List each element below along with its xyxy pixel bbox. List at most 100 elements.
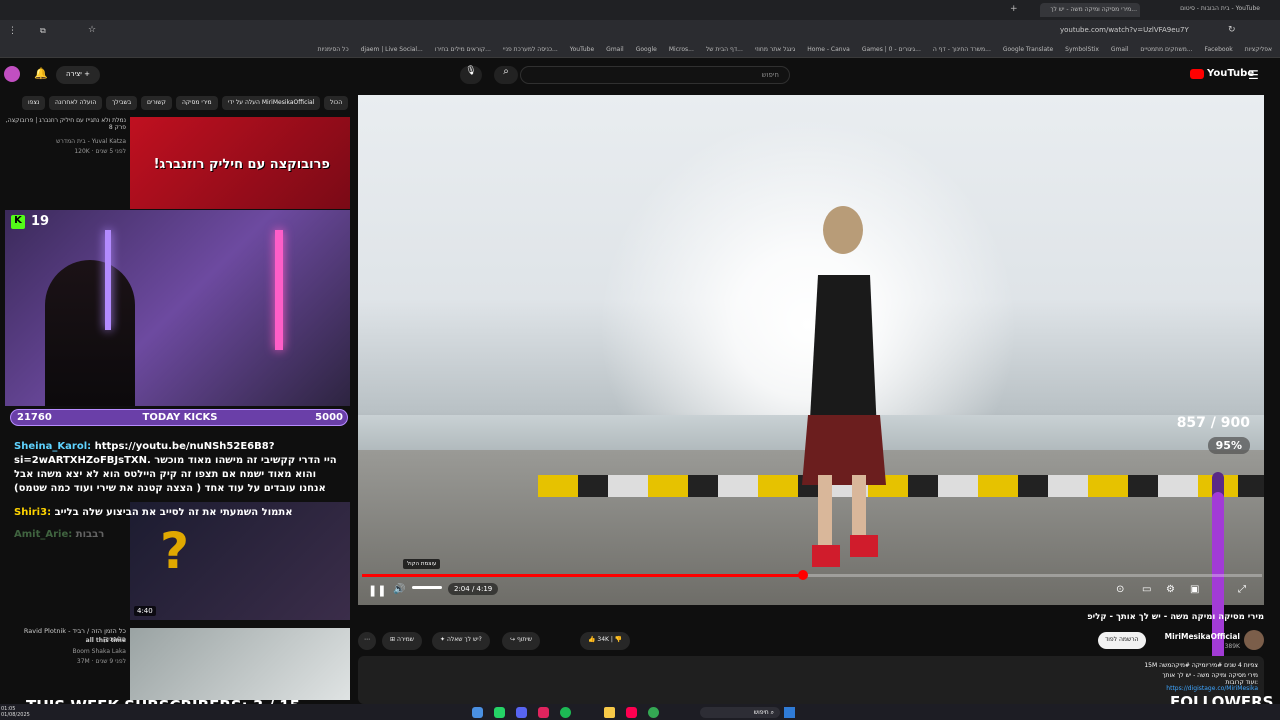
create-button[interactable]: יצירה + <box>56 66 100 84</box>
taskbar-search-label: חיפוש <box>753 709 769 716</box>
follower-goal-bar <box>1212 472 1224 682</box>
taskbar: 01:05 01/08/2025 חיפוש ⌕ <box>0 704 1280 720</box>
bookmark-item[interactable]: Gmail <box>1111 46 1129 53</box>
tab-1[interactable]: בית הבובות - סיטום - YouTube <box>1160 5 1260 16</box>
folder-icon[interactable] <box>604 707 615 718</box>
taskbar-app-icon[interactable] <box>472 707 483 718</box>
bookmark-item[interactable]: Gmail <box>606 46 624 53</box>
chip-2[interactable]: מירי מסיקה <box>176 96 218 110</box>
kick-count: 19 <box>31 214 50 229</box>
bookmark-item[interactable]: Google <box>636 46 657 53</box>
more-icon[interactable]: ⋯ <box>358 632 376 650</box>
bookmark-item[interactable]: Facebook <box>1205 46 1233 53</box>
barrier <box>538 475 1264 497</box>
description-link[interactable]: https://digistage.co/MiriMesika <box>958 685 1258 692</box>
whatsapp-icon[interactable] <box>494 707 505 718</box>
autoplay-toggle[interactable]: ⊙ <box>1116 584 1124 595</box>
spotify-icon[interactable] <box>560 707 571 718</box>
taskbar-app-icon[interactable] <box>538 707 549 718</box>
kicks-right: 5000 <box>315 412 343 423</box>
bookmark-item[interactable]: Micros... <box>669 46 694 53</box>
taskbar-search[interactable]: חיפוש ⌕ <box>700 707 780 718</box>
duration-badge: 4:40 <box>134 606 156 616</box>
share-button[interactable]: ↪ שיתוף <box>502 632 540 650</box>
miniplayer-icon[interactable]: ▣ <box>1190 584 1199 595</box>
extensions-icon[interactable]: ⧉ <box>40 26 46 36</box>
sidebar-thumbnail-3[interactable] <box>130 628 350 700</box>
progress-knob[interactable] <box>798 570 808 580</box>
bookmark-item[interactable]: אפליקציות <box>1245 46 1272 53</box>
bookmark-item[interactable]: משחקים מתמטיים... <box>1140 46 1192 53</box>
subscribe-button[interactable]: הרשמה לפוד <box>1098 632 1146 649</box>
chat-text: רבבות <box>75 529 105 540</box>
skater <box>802 206 886 567</box>
thumbnail-text: פרובוקצה עם חיליק רוזנברג! <box>153 157 330 172</box>
volume-slider[interactable] <box>412 586 442 589</box>
description-box[interactable]: 15M צפיות 4 שנים #מיריומיקה #מיקהמשה מיר… <box>358 656 1264 704</box>
bookmark-item[interactable]: כל הסימניות <box>318 46 349 53</box>
bookmark-item[interactable]: כניסה למערכת פניי... <box>503 46 558 53</box>
subscriber-count: 389K <box>1224 643 1240 650</box>
youtube-play-icon <box>1190 68 1204 79</box>
bookmark-item[interactable]: Google Translate <box>1003 46 1053 53</box>
bookmark-item[interactable]: SymbolStix <box>1065 46 1099 53</box>
tiktok-icon[interactable] <box>626 707 637 718</box>
video-player[interactable]: עוצמת הקול 857 / 900 95% <box>358 95 1264 605</box>
channel-name[interactable]: MiriMesikaOfficial <box>1140 632 1240 641</box>
fullscreen-icon[interactable]: ⤢ <box>1238 584 1246 595</box>
bookmark-item[interactable]: djaem | Live Social... <box>361 46 423 53</box>
ask-button[interactable]: ✦ יש לך שאלה? <box>432 632 490 650</box>
channel-avatar[interactable] <box>1244 630 1264 650</box>
chat-message: Amit_Arie: רבבות <box>14 528 344 542</box>
share-label: שיתוף <box>516 636 532 643</box>
bookmark-item[interactable]: Games | גיגורים - 0... <box>862 46 921 53</box>
tab-active[interactable]: מירי מסיקה ומיקה משה - יש לך... <box>1040 3 1140 17</box>
new-tab-icon[interactable]: + <box>1010 4 1018 14</box>
chip-6[interactable]: נצפו <box>22 96 46 110</box>
star-icon[interactable]: ☆ <box>88 25 96 35</box>
save-button[interactable]: ⊞ שמירה <box>382 632 422 650</box>
sidebar-thumbnail-1[interactable]: פרובוקצה עם חיליק רוזנברג! <box>130 117 350 209</box>
bookmark-item[interactable]: קוראים מילים בחירו... <box>435 46 491 53</box>
bookmark-item[interactable]: דף הבית של... <box>706 46 743 53</box>
like-button[interactable]: 👍 34K | 👎 <box>580 632 631 650</box>
kicks-label: TODAY KICKS <box>142 412 218 423</box>
sidebar-video-title-1[interactable]: נמלת ולא נתגייז עם חיליק רוזנברג | פרובו… <box>4 117 126 131</box>
chip-1[interactable]: העלה על ידי MiriMesikaOfficial <box>222 96 321 110</box>
chip-5[interactable]: הועלה לאחרונה <box>49 96 103 110</box>
chat-text: אתמול השמעתי את זה לסייב את הביצוע שלה ב… <box>54 507 293 518</box>
bookmark-item[interactable]: גיגגל אתר מחוזי <box>755 46 795 53</box>
url-field[interactable]: youtube.com/watch?v=UzlVFA9eu7Y <box>1060 26 1189 34</box>
bookmark-item[interactable]: משרד החינוך - דף ה... <box>933 46 991 53</box>
search-input[interactable]: חיפוש <box>520 66 790 84</box>
windows-start-icon[interactable] <box>784 707 795 718</box>
settings-icon[interactable]: ⚙ <box>1166 584 1175 595</box>
bell-icon[interactable]: 🔔 <box>34 67 48 80</box>
chat-user: Sheina_Karol: <box>14 441 92 452</box>
captions-icon[interactable]: ▭ <box>1142 584 1151 595</box>
time-display: 2:04 / 4:19 <box>448 583 499 595</box>
youtube-logo[interactable]: YouTube <box>1190 68 1254 79</box>
youtube-logo-text: YouTube <box>1207 68 1255 79</box>
menu-icon[interactable]: ⋮ <box>8 26 17 36</box>
pause-icon[interactable]: ❚❚ <box>368 584 386 597</box>
volume-icon[interactable]: 🔊 <box>393 584 405 595</box>
today-kicks-bar: 21760 TODAY KICKS 5000 <box>10 409 348 426</box>
discord-icon[interactable] <box>516 707 527 718</box>
avatar[interactable] <box>4 66 20 82</box>
reload-icon[interactable]: ↻ <box>1228 25 1236 35</box>
bookmark-item[interactable]: YouTube <box>570 46 594 53</box>
video-progress-bar[interactable] <box>362 570 1262 580</box>
bookmark-item[interactable]: Home - Canva <box>807 46 850 53</box>
mic-icon[interactable]: 🎙 <box>460 66 482 84</box>
follower-percent: 95% <box>1207 437 1250 454</box>
chip-4[interactable]: בשבילך <box>106 96 138 110</box>
neon-light <box>275 230 283 350</box>
sidebar-video-channel-3: Boom Shaka Laka <box>72 648 126 655</box>
follower-counter: 857 / 900 <box>1176 415 1250 431</box>
chrome-icon[interactable] <box>648 707 659 718</box>
chip-0[interactable]: הכול <box>324 96 349 110</box>
sidebar-video-meta-3: 37M · לפני 9 שנים <box>76 658 126 665</box>
chip-3[interactable]: קשורים <box>141 96 172 110</box>
search-icon[interactable]: ⌕ <box>494 66 518 84</box>
